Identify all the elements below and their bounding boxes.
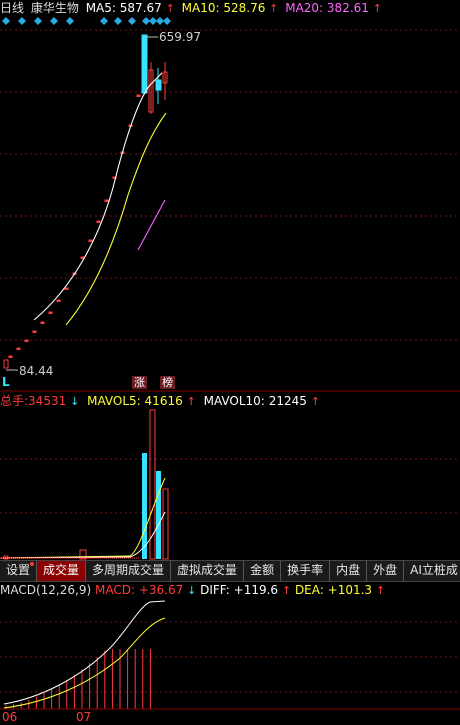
grid-lines [0,29,460,341]
macd-header: MACD(12,26,9) MACD: +36.67 ↓ DIFF: +119.… [0,582,385,599]
candlesticks-up [3,62,168,369]
volume-chart[interactable] [0,392,460,560]
tab-turnover-rate[interactable]: 换手率 [281,561,331,581]
dea-arrow-icon: ↑ [375,584,386,597]
macd-label: MACD: [94,583,135,597]
dea-line [3,617,166,709]
diff-label: DIFF: [200,583,230,597]
mavol10-line [0,511,166,559]
ma10-line [65,112,167,326]
diff-line [3,600,166,705]
macd-name[interactable]: MACD(12,26,9) [0,583,91,597]
macd-arrow-icon: ↓ [187,584,197,597]
diff-arrow-icon: ↑ [281,584,292,597]
ma20-line [137,199,166,251]
diff-value: +119.6 [233,583,279,597]
dea-label: DEA: [294,583,324,597]
settings-dot-icon [30,562,35,566]
tab-settings[interactable]: 设置 [0,561,38,581]
volume-bars-down [142,453,161,559]
tab-amount[interactable]: 金额 [244,561,282,581]
high-price-label: 659.97 [159,30,201,44]
tag-zhang[interactable]: 涨 [132,376,147,389]
dea-value: +101.3 [327,583,373,597]
tab-virtual-volume[interactable]: 虚拟成交量 [171,561,245,581]
ma5-line [33,72,163,321]
corner-mark: L [2,375,10,389]
x-label-07: 07 [76,710,91,724]
tag-bang[interactable]: 榜 [160,376,175,389]
indicator-tab-bar: 设置 成交量 多周期成交量 虚拟成交量 金额 换手率 内盘 外盘 AI立桩成 [0,560,460,582]
macd-value: +36.67 [138,583,184,597]
tab-inner-volume[interactable]: 内盘 [330,561,368,581]
diff-indicator: DIFF: +119.6 ↑ [200,583,295,597]
low-price-label: 84.44 [19,364,53,378]
x-label-06: 06 [2,710,17,724]
price-chart[interactable]: 659.97 84.44 L [0,0,460,392]
macd-indicator: MACD: +36.67 ↓ [95,583,200,597]
macd-chart[interactable]: 06 07 [0,598,460,725]
dea-indicator: DEA: +101.3 ↑ [295,583,385,597]
macd-histogram [5,649,151,709]
mavol5-line [0,477,166,559]
tab-ai-pile[interactable]: AI立桩成 [404,561,460,581]
tab-volume[interactable]: 成交量 [37,561,87,581]
tab-multi-period-volume[interactable]: 多周期成交量 [86,561,172,581]
event-marker-icons [2,17,171,25]
tab-settings-label: 设置 [6,563,31,577]
tab-outer-volume[interactable]: 外盘 [367,561,405,581]
